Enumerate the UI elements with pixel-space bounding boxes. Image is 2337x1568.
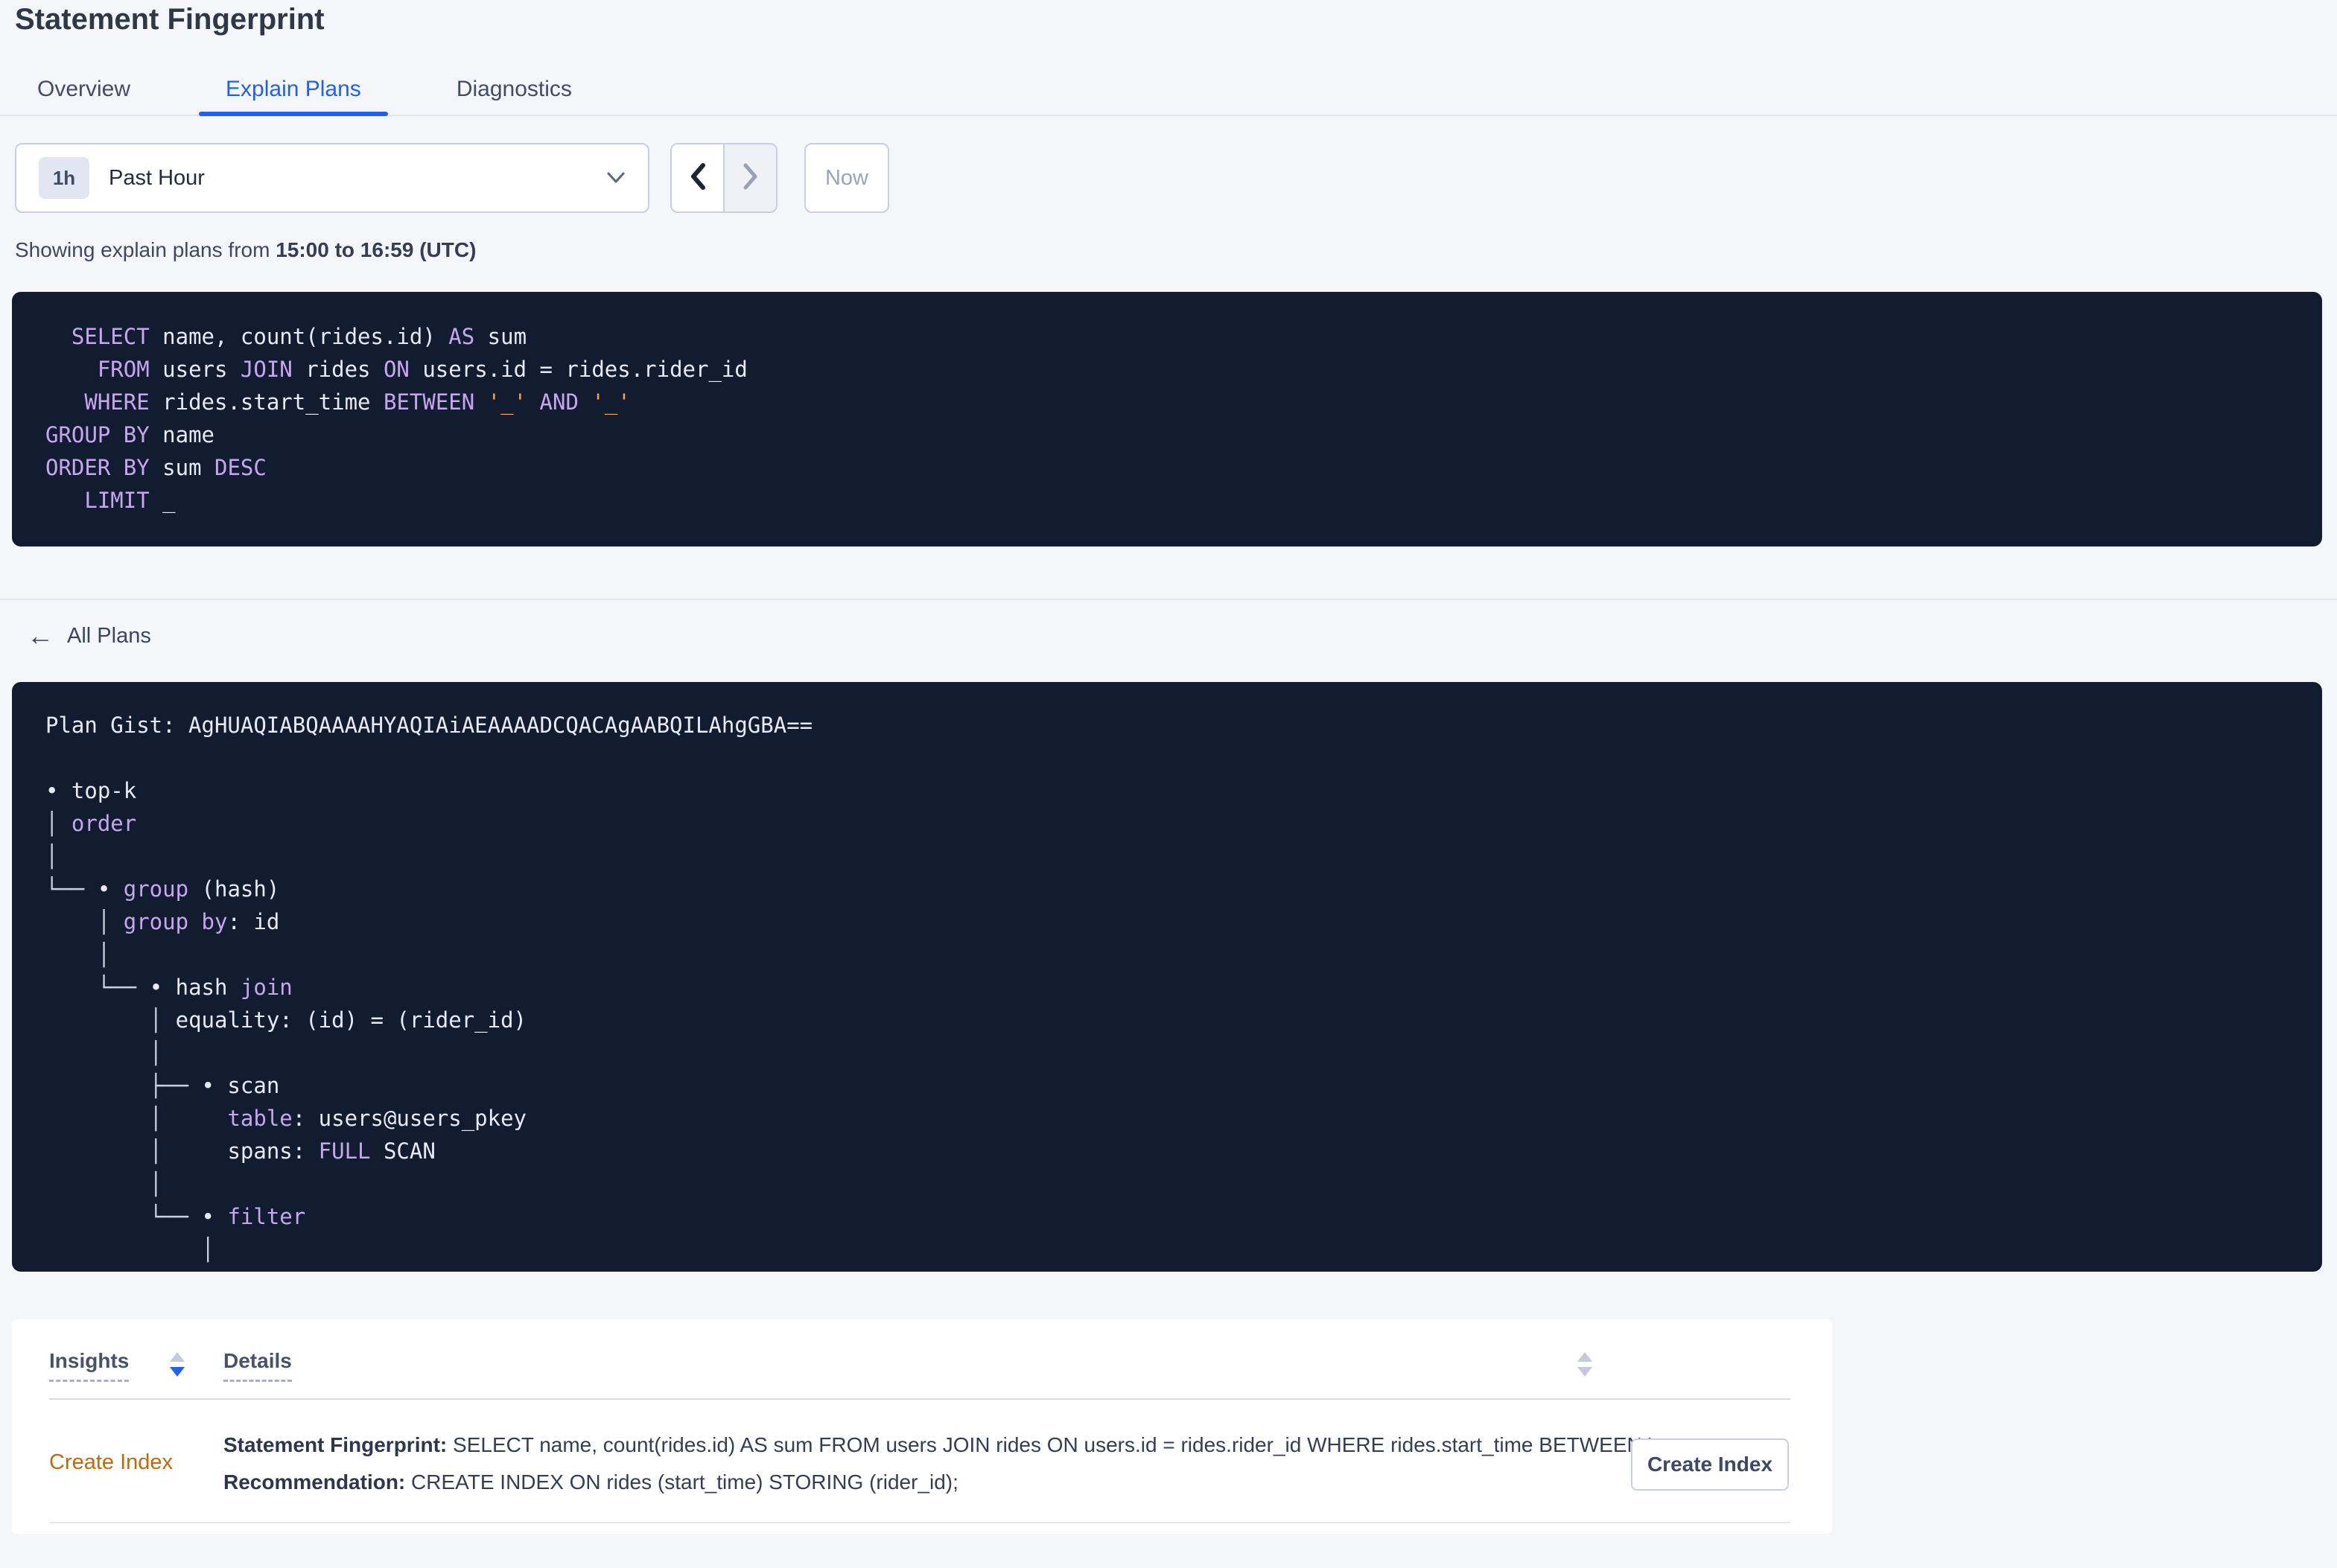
insight-details-cell: Statement Fingerprint: SELECT name, coun… — [223, 1427, 1684, 1501]
plan-line: │ — [45, 1171, 163, 1196]
section-divider — [0, 599, 2337, 600]
plan-line: │ group by: id — [45, 909, 280, 934]
showing-range-text: Showing explain plans from 15:00 to 16:5… — [15, 238, 477, 261]
sql-line: ORDER BY sum DESC — [45, 455, 267, 480]
tab-overview[interactable]: Overview — [10, 64, 157, 115]
plan-line: ├── • scan — [45, 1073, 280, 1098]
time-range-value: 15:00 to 16:59 (UTC) — [276, 238, 477, 261]
previous-time-button[interactable] — [672, 144, 725, 211]
sort-down-icon — [1577, 1367, 1592, 1377]
insight-type-label: Create Index — [49, 1450, 174, 1474]
plan-line: │ — [45, 1040, 163, 1065]
time-pager — [670, 143, 778, 213]
plan-line: └── • group (hash) — [45, 876, 280, 902]
sort-down-icon — [170, 1367, 185, 1377]
statement-fingerprint-page: Statement Fingerprint Overview Explain P… — [0, 0, 2337, 1568]
sql-line: SELECT name, count(rides.id) AS sum — [71, 324, 527, 349]
plan-gist: Plan Gist: AgHUAQIABQAAAAHYAQIAiAEAAAADC… — [45, 713, 813, 738]
column-header-details[interactable]: Details — [223, 1349, 292, 1382]
back-arrow-icon: ← — [27, 620, 54, 651]
plan-line: │ table: users@users_pkey — [45, 1106, 527, 1131]
insights-table-panel: Insights Details Create Index Statement … — [12, 1319, 1832, 1534]
chevron-right-icon — [743, 163, 759, 194]
sort-up-icon — [170, 1352, 185, 1362]
sort-indicator-details[interactable] — [1577, 1352, 1592, 1377]
create-index-button[interactable]: Create Index — [1631, 1438, 1789, 1491]
recommendation-line: Recommendation: CREATE INDEX ON rides (s… — [223, 1470, 958, 1494]
tab-diagnostics[interactable]: Diagnostics — [430, 64, 599, 115]
tab-bar: Overview Explain Plans Diagnostics — [0, 64, 2337, 116]
sql-statement-box: SELECT name, count(rides.id) AS sum FROM… — [12, 292, 2322, 546]
sql-line: FROM users JOIN rides ON users.id = ride… — [97, 357, 748, 382]
all-plans-link[interactable]: ← All Plans — [27, 622, 151, 649]
chevron-left-icon — [690, 162, 706, 194]
plan-line: └── • hash join — [45, 975, 293, 1000]
time-interval-badge: 1h — [39, 157, 89, 199]
sql-line: WHERE rides.start_time BETWEEN '_' AND '… — [84, 389, 631, 415]
table-header-divider — [49, 1398, 1790, 1400]
next-time-button[interactable] — [725, 144, 776, 211]
time-toolbar: 1h Past Hour Now — [15, 143, 889, 213]
time-range-label: Past Hour — [109, 165, 205, 190]
now-button[interactable]: Now — [804, 143, 889, 213]
sort-indicator-insights[interactable] — [170, 1352, 185, 1377]
plan-line: │ equality: (id) = (rider_id) — [45, 1007, 527, 1033]
time-range-dropdown[interactable]: 1h Past Hour — [15, 143, 649, 213]
plan-line: │ spans: FULL SCAN — [45, 1138, 436, 1164]
tab-explain-plans[interactable]: Explain Plans — [199, 64, 388, 116]
all-plans-label: All Plans — [67, 623, 151, 648]
plan-line: │ — [45, 1237, 214, 1262]
sql-line: LIMIT _ — [84, 488, 176, 513]
column-header-insights[interactable]: Insights — [49, 1349, 130, 1382]
plan-line: │ order — [45, 811, 137, 836]
plan-line: │ — [45, 942, 111, 967]
plan-line — [45, 742, 2322, 774]
sql-line: GROUP BY name — [45, 422, 214, 447]
plan-line: └── • filter — [45, 1204, 306, 1229]
page-title: Statement Fingerprint — [15, 3, 325, 36]
plan-line: • top-k — [45, 778, 137, 803]
statement-fingerprint-line: Statement Fingerprint: SELECT name, coun… — [223, 1433, 1685, 1456]
sort-up-icon — [1577, 1352, 1592, 1362]
plan-line: │ — [45, 844, 59, 869]
plan-gist-box: Plan Gist: AgHUAQIABQAAAAHYAQIAiAEAAAADC… — [12, 682, 2322, 1272]
table-row-divider — [49, 1522, 1790, 1523]
chevron-down-icon — [606, 172, 626, 184]
